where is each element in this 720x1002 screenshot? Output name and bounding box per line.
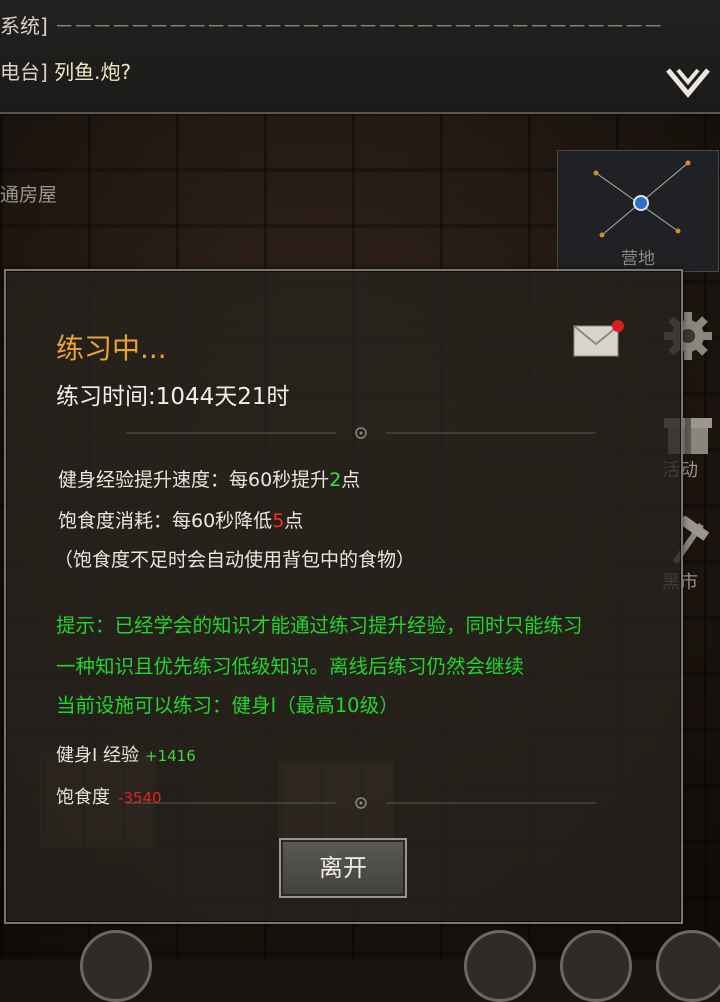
satiety-stat-label: 饱食度 <box>56 787 110 808</box>
practice-time: 练习时间:1044天21时 <box>56 384 290 410</box>
chat-message: 列鱼.炮? <box>54 60 132 84</box>
chat-bar[interactable]: 系统] －－－－－－－－－－－－－－－－－－－－－－－－－－－－－－－－ 电台]… <box>0 0 720 114</box>
tip-line-1: 提示：已经学会的知识才能通过练习提升经验，同时只能练习 <box>56 614 583 637</box>
exp-stat: 健身Ⅰ 经验 +1416 <box>56 741 196 767</box>
chat-separator: －－－－－－－－－－－－－－－－－－－－－－－－－－－－－－－－ <box>54 14 663 38</box>
satiety-rate-line: 饱食度消耗：每60秒降低5点 <box>58 506 303 533</box>
practice-dialog: 练习中... 练习时间:1044天21时 健身经验提升速度：每60秒提升2点 饱… <box>4 269 683 924</box>
bottom-nav-button[interactable] <box>656 930 720 1002</box>
chat-line-radio: 电台] 列鱼.炮? <box>0 56 131 85</box>
chat-channel-system: 系统] <box>0 14 48 38</box>
satiety-rate-suffix: 点 <box>284 510 304 532</box>
fitness-rate-value: 2 <box>329 469 342 491</box>
exp-label: 健身Ⅰ 经验 <box>56 745 140 766</box>
ornament-divider <box>126 427 596 439</box>
dialog-title: 练习中... <box>56 332 167 365</box>
fitness-rate-line: 健身经验提升速度：每60秒提升2点 <box>58 465 360 492</box>
fitness-rate-prefix: 健身经验提升速度：每60秒提升 <box>58 469 330 491</box>
fitness-rate-suffix: 点 <box>341 469 361 491</box>
bottom-nav-button[interactable] <box>464 930 536 1002</box>
chat-channel-radio: 电台] <box>0 60 48 84</box>
ornament-divider <box>126 797 596 809</box>
map-node-icon <box>593 160 691 238</box>
bottom-nav-button[interactable] <box>80 930 152 1002</box>
tip-line-3: 当前设施可以练习：健身Ⅰ（最高10级） <box>56 694 399 717</box>
exp-value: +1416 <box>145 747 196 765</box>
minimap[interactable]: 营地 <box>557 150 719 272</box>
leave-button[interactable]: 离开 <box>279 838 407 898</box>
mail-icon[interactable] <box>572 318 624 358</box>
satiety-rate-prefix: 饱食度消耗：每60秒降低 <box>58 510 273 532</box>
tip-line-2: 一种知识且优先练习低级知识。离线后练习仍然会继续 <box>56 655 525 678</box>
satiety-rate-value: 5 <box>272 510 285 532</box>
chat-line-system: 系统] －－－－－－－－－－－－－－－－－－－－－－－－－－－－－－－－ <box>0 10 663 39</box>
minimap-label: 营地 <box>621 249 655 269</box>
satiety-note: （饱食度不足时会自动使用背包中的食物） <box>54 549 416 571</box>
location-name: 通房屋 <box>0 184 58 206</box>
bottom-nav-button[interactable] <box>560 930 632 1002</box>
chevron-down-icon[interactable] <box>664 64 712 100</box>
